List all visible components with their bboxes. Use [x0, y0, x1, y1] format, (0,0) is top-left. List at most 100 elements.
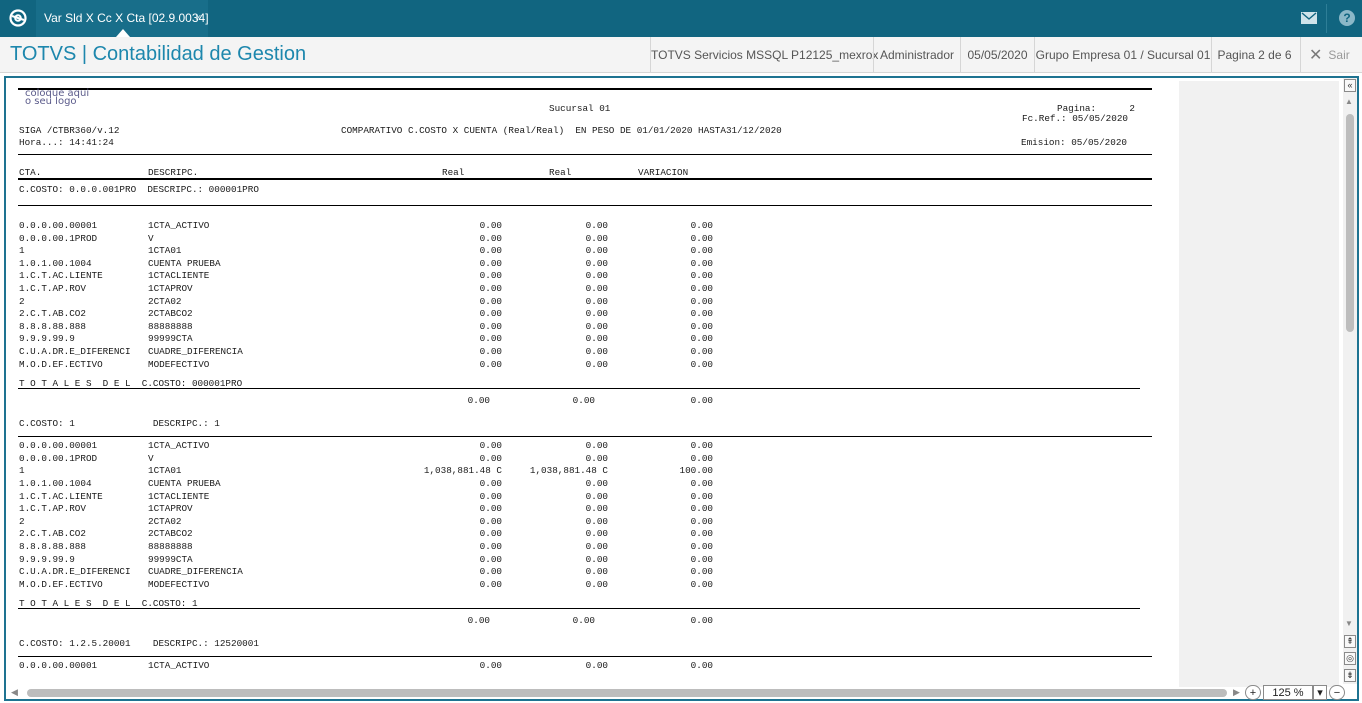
report-branch: Sucursal 01 [549, 103, 611, 114]
row-descripc: CUADRE_DIFERENCIA [148, 346, 243, 357]
row-descripc: 99999CTA [148, 553, 193, 565]
row-variacion: 0.00 [690, 346, 713, 357]
column-real-2: Real [549, 167, 572, 178]
page-first-icon[interactable]: ◎ [1344, 652, 1356, 665]
svg-text:?: ? [1343, 11, 1350, 25]
row-cta: 1.C.T.AC.LIENTE [19, 490, 103, 502]
row-descripc: 88888888 [148, 541, 193, 552]
row-descripc: 1CTAPROV [148, 503, 193, 515]
row-descripc: 2CTA02 [148, 515, 182, 527]
row-cta: 2.C.T.AB.CO2 [19, 528, 86, 540]
row-descripc: 2CTA02 [148, 295, 182, 307]
row-descripc: 2CTABCO2 [148, 308, 193, 320]
row-cta: 1 [19, 465, 25, 477]
totals-variacion: 0.00 [690, 615, 713, 627]
page-down-icon[interactable]: ⇟ [1344, 669, 1356, 682]
row-descripc: 1CTA_ACTIVO [148, 220, 210, 231]
tab-close-icon[interactable]: × [195, 0, 201, 36]
app-title: TOTVS | Contabilidad de Gestion [10, 43, 307, 65]
column-cta: CTA. [19, 167, 42, 178]
mail-icon[interactable] [1298, 8, 1320, 28]
cost-center-rule [18, 205, 1152, 206]
page-info: Pagina 2 de 6 [1211, 37, 1297, 73]
row-variacion: 0.00 [690, 333, 713, 345]
row-cta: 1.C.T.AP.ROV [19, 503, 86, 515]
row-variacion: 0.00 [690, 553, 713, 565]
vertical-scroll-thumb[interactable] [1346, 114, 1354, 332]
exit-label: Sair [1328, 48, 1350, 62]
scroll-right-icon[interactable]: ▶ [1233, 687, 1240, 698]
scroll-down-icon[interactable]: ▼ [1345, 619, 1353, 628]
columns-rule [18, 178, 1152, 180]
top-tab-bar: Var Sld X Cc X Cta [02.9.0034] × ? [0, 0, 1362, 37]
report-emission: Emision: 05/05/2020 [1021, 137, 1128, 148]
report-title: COMPARATIVO C.COSTO X CUENTA (Real/Real)… [341, 125, 782, 136]
column-descripc: DESCRIPC. [148, 167, 199, 178]
horizontal-scrollbar[interactable]: ◀ ▶ [9, 687, 1241, 699]
row-variacion: 0.00 [690, 566, 713, 578]
server-info: TOTVS Servicios MSSQL P12125_mexrox [650, 37, 878, 73]
user-info[interactable]: Administrador [873, 37, 960, 73]
row-cta: 2 [19, 295, 25, 307]
vertical-scrollbar[interactable]: « ▲ ▼ ⇞ ◎ ⇟ [1343, 78, 1357, 684]
report-program: SIGA /CTBR360/v.12 [19, 125, 120, 136]
zoom-in-icon[interactable]: + [1245, 685, 1261, 700]
totals-rule [18, 388, 1140, 390]
row-descripc: 1CTA01 [148, 465, 182, 477]
zoom-out-icon[interactable]: − [1329, 685, 1345, 700]
row-descripc: 1CTA01 [148, 245, 182, 257]
row-variacion: 0.00 [690, 220, 713, 231]
row-variacion: 0.00 [690, 283, 713, 294]
row-cta: 1 [19, 245, 25, 257]
row-cta: C.U.A.DR.E_DIFERENCI [19, 566, 131, 578]
row-cta: 9.9.9.99.9 [19, 333, 75, 345]
row-cta: 0.0.0.00.1PROD [19, 232, 98, 244]
preview-gutter [1179, 81, 1339, 687]
date-info[interactable]: 05/05/2020 [960, 37, 1034, 73]
scroll-left-icon[interactable]: ◀ [11, 687, 18, 698]
row-cta: 2 [19, 515, 25, 527]
row-descripc: CUENTA PRUEBA [148, 478, 221, 489]
logo-placeholder: coloque aqui o seu logo [25, 88, 90, 107]
row-variacion: 0.00 [690, 660, 713, 672]
row-cta: C.U.A.DR.E_DIFERENCI [19, 346, 131, 357]
totals-rule [18, 608, 1140, 610]
row-cta: 0.0.0.00.1PROD [19, 452, 98, 464]
horizontal-scroll-thumb[interactable] [27, 689, 1227, 697]
row-cta: 1.C.T.AC.LIENTE [19, 270, 103, 282]
row-variacion: 0.00 [690, 320, 713, 332]
close-icon: ✕ [1309, 47, 1323, 64]
scroll-up-icon[interactable]: ▲ [1345, 97, 1353, 106]
report-top-rule [18, 88, 1152, 90]
totvs-logo-icon[interactable] [6, 7, 30, 29]
row-cta: 1.0.1.00.1004 [19, 478, 92, 489]
row-descripc: 88888888 [148, 320, 193, 332]
row-cta: 0.0.0.00.00001 [19, 220, 98, 231]
header-rule [18, 154, 1152, 155]
row-cta: 1.C.T.AP.ROV [19, 283, 86, 294]
row-variacion: 0.00 [690, 541, 713, 552]
tab-report[interactable]: Var Sld X Cc X Cta [02.9.0034] × [36, 0, 209, 37]
cost-center-header: C.COSTO: 0.0.0.001PRO DESCRIPC.: 000001P… [19, 184, 259, 195]
topbar-divider [1326, 4, 1327, 33]
company-info[interactable]: Grupo Empresa 01 / Sucursal 01 [1034, 37, 1211, 73]
zoom-select[interactable]: 125 % [1263, 685, 1313, 700]
zoom-level: 125 % [1272, 686, 1304, 699]
row-descripc: MODEFECTIVO [148, 578, 210, 590]
row-variacion: 0.00 [690, 358, 713, 370]
row-cta: 0.0.0.00.00001 [19, 440, 98, 452]
row-variacion: 0.00 [690, 528, 713, 540]
row-variacion: 100.00 [679, 465, 713, 477]
page-up-icon[interactable]: ⇞ [1344, 635, 1356, 648]
column-real-1: Real [442, 167, 465, 178]
collapse-icon[interactable]: « [1344, 79, 1356, 92]
preview-canvas[interactable]: coloque aqui o seu logo Sucursal 01 Pagi… [9, 81, 1339, 687]
row-descripc: 99999CTA [148, 333, 193, 345]
print-preview-frame: coloque aqui o seu logo Sucursal 01 Pagi… [4, 76, 1359, 701]
chevron-down-icon[interactable]: ▾ [1313, 685, 1327, 700]
help-icon[interactable]: ? [1336, 8, 1358, 28]
cost-center-rule [18, 436, 1152, 438]
row-cta: 8.8.8.88.888 [19, 320, 86, 332]
row-descripc: 2CTABCO2 [148, 528, 193, 540]
exit-button[interactable]: ✕ Sair [1300, 37, 1362, 73]
